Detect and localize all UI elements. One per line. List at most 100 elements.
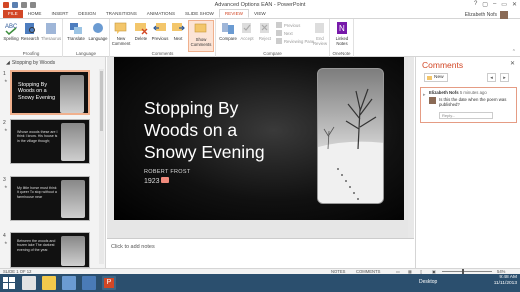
reviewing-pane-button[interactable]: Reviewing Pane — [276, 38, 314, 44]
slide-year[interactable]: 1923 — [144, 178, 160, 185]
group-label-proofing: Proofing — [22, 51, 40, 56]
help-icon[interactable]: ? — [474, 1, 477, 8]
next-comment-button[interactable]: Next — [170, 21, 186, 41]
clock-date: 11/11/2013 — [493, 281, 517, 286]
thumb-text: Whose woods these are I think I know. Hi… — [17, 130, 58, 143]
close-icon[interactable]: ✕ — [510, 60, 515, 67]
thumb-photo — [60, 75, 84, 113]
app-icon[interactable] — [82, 276, 96, 290]
thumbnail-scrollbar[interactable] — [99, 69, 104, 264]
tab-home[interactable]: HOME — [23, 10, 47, 18]
tab-design[interactable]: DESIGN — [73, 10, 101, 18]
notes-placeholder: Click to add notes — [111, 244, 155, 250]
thumb-photo — [61, 123, 85, 161]
compare-button[interactable]: Compare — [218, 21, 238, 41]
translate-button[interactable]: Translate — [65, 21, 87, 41]
reply-input[interactable]: Reply... — [439, 112, 493, 119]
avatar — [500, 11, 508, 19]
slide-thumbnail-1[interactable]: Stopping By Woods on a Snowy Evening — [10, 70, 90, 115]
previous-comment-button[interactable]: Previous — [150, 21, 170, 41]
clock[interactable]: 9:48 AM 11/11/2013 — [494, 275, 517, 287]
tab-transitions[interactable]: TRANSITIONS — [101, 10, 142, 18]
show-comments-icon — [194, 23, 207, 33]
group-label-compare: Compare — [263, 51, 282, 56]
close-icon[interactable]: ✕ — [512, 1, 517, 8]
tree-illustration — [318, 88, 383, 203]
powerpoint-window: Advanced Options EAN - PowerPoint ? ▢ – … — [0, 0, 520, 292]
next-comment-nav-button[interactable]: ▸ — [500, 73, 509, 82]
tab-slide-show[interactable]: SLIDE SHOW — [180, 10, 219, 18]
tab-animations[interactable]: ANIMATIONS — [142, 10, 180, 18]
delete-comment-button[interactable]: Delete — [132, 21, 150, 41]
book-search-icon — [25, 23, 35, 34]
avatar — [429, 97, 436, 104]
comment-header: Elizabeth Nofs 5 minutes ago — [429, 90, 487, 95]
comment-card[interactable]: ▸ Elizabeth Nofs 5 minutes ago Is this t… — [420, 87, 517, 123]
windows-taskbar: P Desktop 9:48 AM 11/11/2013 — [0, 274, 520, 292]
section-header[interactable]: ◢ Stopping by Woods — [6, 60, 55, 66]
snowy-woods-photo[interactable] — [317, 68, 384, 204]
scrollbar-thumb[interactable] — [100, 71, 103, 131]
slide-number: 1 — [3, 71, 6, 77]
slide-thumbnail-3[interactable]: My little horse must think it queer To s… — [10, 176, 90, 221]
spelling-icon: ABC — [5, 24, 18, 35]
linked-notes-button[interactable]: N Linked Notes — [332, 21, 352, 46]
new-comment-button[interactable]: New Comment — [110, 21, 132, 46]
tab-view[interactable]: VIEW — [249, 10, 271, 18]
group-proofing: ABC Spelling Research Thesaurus Proofing — [0, 19, 63, 57]
slide-thumbnail-4[interactable]: Between the woods and frozen lake The da… — [10, 232, 90, 268]
svg-text:ABC: ABC — [5, 24, 18, 30]
zoom-slider[interactable] — [442, 271, 492, 272]
previous-comment-nav-button[interactable]: ◂ — [487, 73, 496, 82]
group-label-comments: Comments — [151, 51, 174, 56]
new-comment-pane-button[interactable]: New — [424, 73, 448, 82]
media-player-icon[interactable] — [62, 276, 76, 290]
notes-pane[interactable]: Click to add notes — [107, 238, 414, 268]
slide-number: 3 — [3, 177, 6, 183]
transition-star-icon: ★ — [4, 78, 8, 83]
reject-button[interactable]: Reject — [256, 21, 274, 41]
slide-author[interactable]: ROBERT FROST — [144, 169, 191, 175]
language-button[interactable]: Language — [87, 21, 109, 41]
maximize-icon[interactable]: ▭ — [501, 1, 507, 8]
show-comments-button[interactable]: Show Comments — [188, 20, 214, 52]
user-account[interactable]: Elizabeth Nofs — [465, 11, 508, 19]
next-change-button[interactable]: Next — [276, 30, 293, 36]
slide-thumbnail-2[interactable]: Whose woods these are I think I know. Hi… — [10, 119, 90, 164]
thumb-photo — [61, 236, 85, 266]
collapse-ribbon-icon[interactable]: ⌃ — [512, 49, 516, 55]
tab-insert[interactable]: INSERT — [46, 10, 73, 18]
powerpoint-taskbar-icon[interactable]: P — [102, 276, 116, 290]
research-button[interactable]: Research — [21, 21, 39, 41]
group-label-language: Language — [75, 51, 97, 56]
reject-icon — [260, 23, 269, 33]
comment-marker-icon[interactable] — [161, 177, 169, 183]
thesaurus-button[interactable]: Thesaurus — [40, 21, 62, 41]
end-review-button[interactable]: End Review — [311, 21, 329, 46]
desktop-label[interactable]: Desktop — [419, 279, 437, 285]
thumb-text: My little horse must think it queer To s… — [17, 186, 57, 199]
compare-icon — [222, 23, 234, 34]
slide-editor: Stopping By Woods on a Snowy Evening ROB… — [107, 57, 414, 238]
ribbon-display-icon[interactable]: ▢ — [482, 1, 488, 8]
internet-explorer-icon[interactable] — [22, 276, 36, 290]
tab-file[interactable]: FILE — [3, 10, 23, 18]
thumb-text: Between the woods and frozen lake The da… — [17, 239, 56, 252]
window-controls: ? ▢ – ▭ ✕ — [474, 1, 517, 8]
previous-change-button[interactable]: Previous — [276, 22, 300, 28]
spelling-button[interactable]: ABC Spelling — [2, 21, 20, 41]
comments-title: Comments — [422, 60, 464, 70]
current-slide[interactable]: Stopping By Woods on a Snowy Evening ROB… — [114, 57, 404, 220]
tab-review[interactable]: REVIEW — [218, 9, 249, 18]
collapse-arrow-icon: ◢ — [6, 60, 10, 66]
group-compare: Compare Accept Reject Previous Next Revi… — [216, 19, 330, 57]
slide-title[interactable]: Stopping By Woods on a Snowy Evening — [144, 97, 284, 163]
accept-button[interactable]: Accept — [238, 21, 256, 41]
thesaurus-icon — [46, 23, 56, 34]
user-name: Elizabeth Nofs — [464, 12, 497, 18]
windows-logo-icon[interactable] — [3, 277, 15, 289]
next-comment-icon — [172, 23, 185, 31]
minimize-icon[interactable]: – — [493, 1, 496, 8]
editor-scrollbar[interactable] — [408, 57, 414, 238]
file-explorer-icon[interactable] — [42, 276, 56, 290]
